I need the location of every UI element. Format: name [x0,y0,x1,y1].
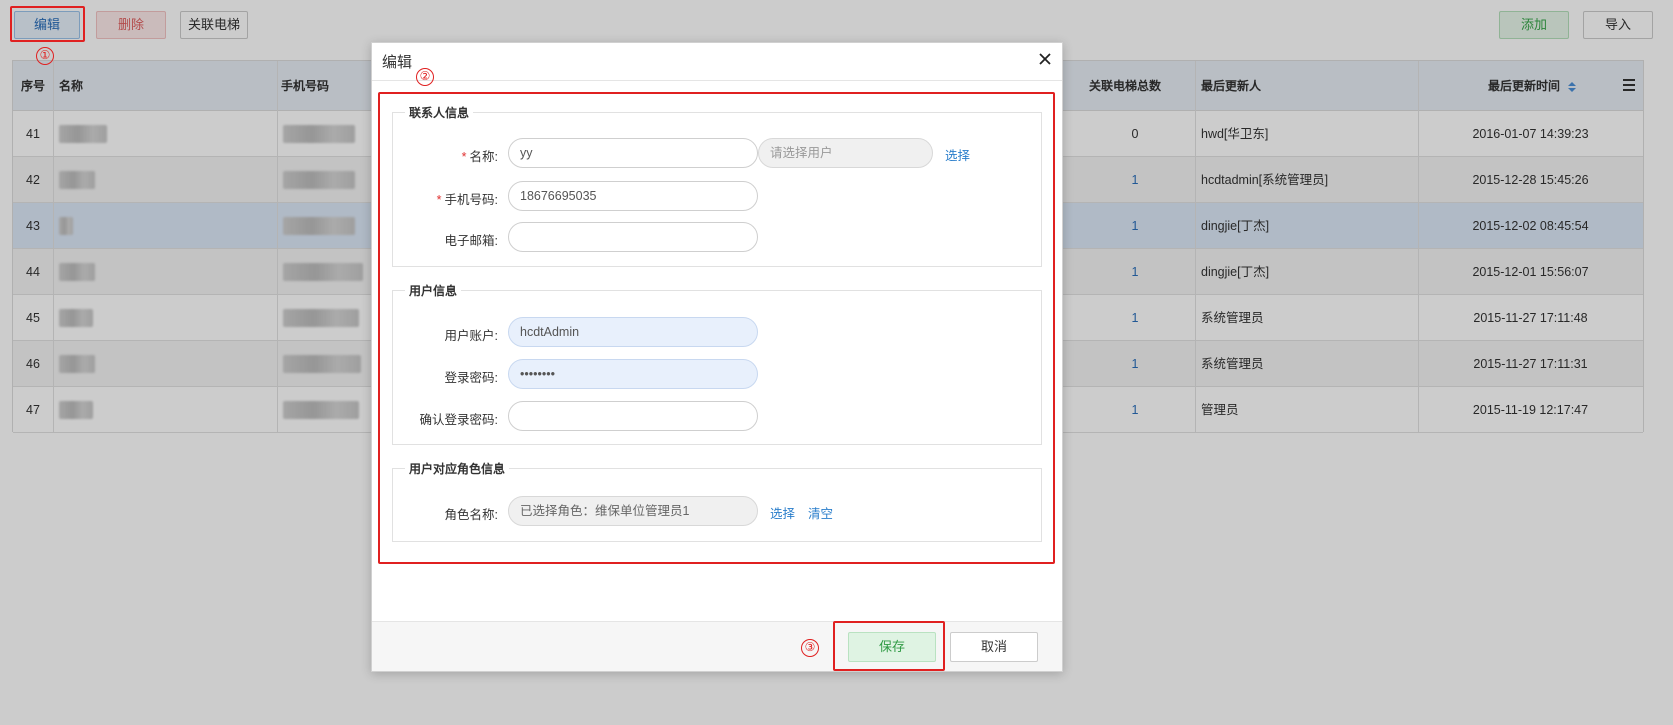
annotation-number-2: ② [416,68,434,86]
annotation-box-edit [10,6,85,42]
annotation-number-1: ① [36,47,54,65]
annotation-box-form [378,92,1055,564]
dialog-title: 编辑 [382,54,413,71]
dialog-footer: 保存 取消 [372,621,1062,671]
close-icon[interactable] [1038,52,1052,66]
annotation-box-save [833,621,945,671]
annotation-number-3: ③ [801,639,819,657]
dialog-header: 编辑 [372,43,1062,81]
cancel-button[interactable]: 取消 [950,632,1038,662]
